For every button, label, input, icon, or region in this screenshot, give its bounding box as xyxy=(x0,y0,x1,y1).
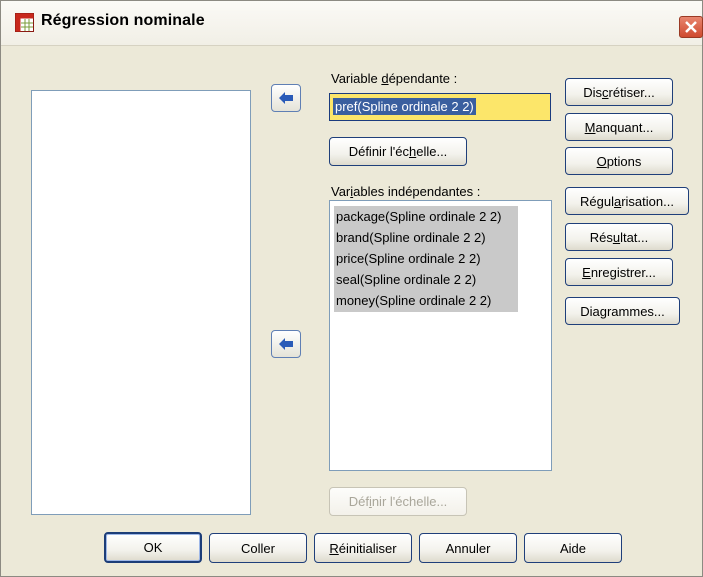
close-icon xyxy=(685,21,697,33)
arrow-left-icon xyxy=(279,92,293,104)
source-variable-list[interactable] xyxy=(31,90,251,515)
list-item[interactable]: package(Spline ordinale 2 2) xyxy=(334,206,518,227)
cancel-button[interactable]: Annuler xyxy=(419,533,517,563)
list-item[interactable]: money(Spline ordinale 2 2) xyxy=(334,290,518,312)
ok-button[interactable]: OK xyxy=(104,532,202,563)
dialog-window: Régression nominale Variable dépendante … xyxy=(0,0,703,577)
move-to-dependent-button[interactable] xyxy=(271,84,301,112)
missing-button[interactable]: Manquant... xyxy=(565,113,673,141)
save-button[interactable]: Enregistrer... xyxy=(565,258,673,286)
define-scale-dependent-button[interactable]: Définir l'éc h elle... xyxy=(329,137,467,166)
options-button[interactable]: Options xyxy=(565,147,673,175)
output-button[interactable]: Rés u ltat... xyxy=(565,223,673,251)
window-title: Régression nominale xyxy=(41,12,205,29)
help-button[interactable]: Aide xyxy=(524,533,622,563)
arrow-left-icon xyxy=(279,338,293,350)
dependent-variable-field[interactable]: pref(Spline ordinale 2 2) xyxy=(329,93,551,121)
title-bar[interactable]: Régression nominale xyxy=(1,1,703,46)
close-button[interactable] xyxy=(679,16,703,38)
define-scale-independent-button[interactable]: Déf i nir l'échelle... xyxy=(329,487,467,516)
independent-variables-label: Variables indépendantes : xyxy=(331,184,481,199)
list-item[interactable]: price(Spline ordinale 2 2) xyxy=(334,248,518,269)
reset-button[interactable]: Réinitialiser xyxy=(314,533,412,563)
dependent-variable-value: pref(Spline ordinale 2 2) xyxy=(333,98,476,115)
move-to-independent-button[interactable] xyxy=(271,330,301,358)
paste-button[interactable]: Coller xyxy=(209,533,307,563)
dependent-variable-label: Variable dépendante : xyxy=(331,71,458,86)
list-item[interactable]: brand(Spline ordinale 2 2) xyxy=(334,227,518,248)
plots-button[interactable]: Diagrammes... xyxy=(565,297,680,325)
data-grid-icon xyxy=(15,13,34,32)
regularization-button[interactable]: Régul a risation... xyxy=(565,187,689,215)
discretize-button[interactable]: Dis c rétiser... xyxy=(565,78,673,106)
list-item[interactable]: seal(Spline ordinale 2 2) xyxy=(334,269,518,290)
